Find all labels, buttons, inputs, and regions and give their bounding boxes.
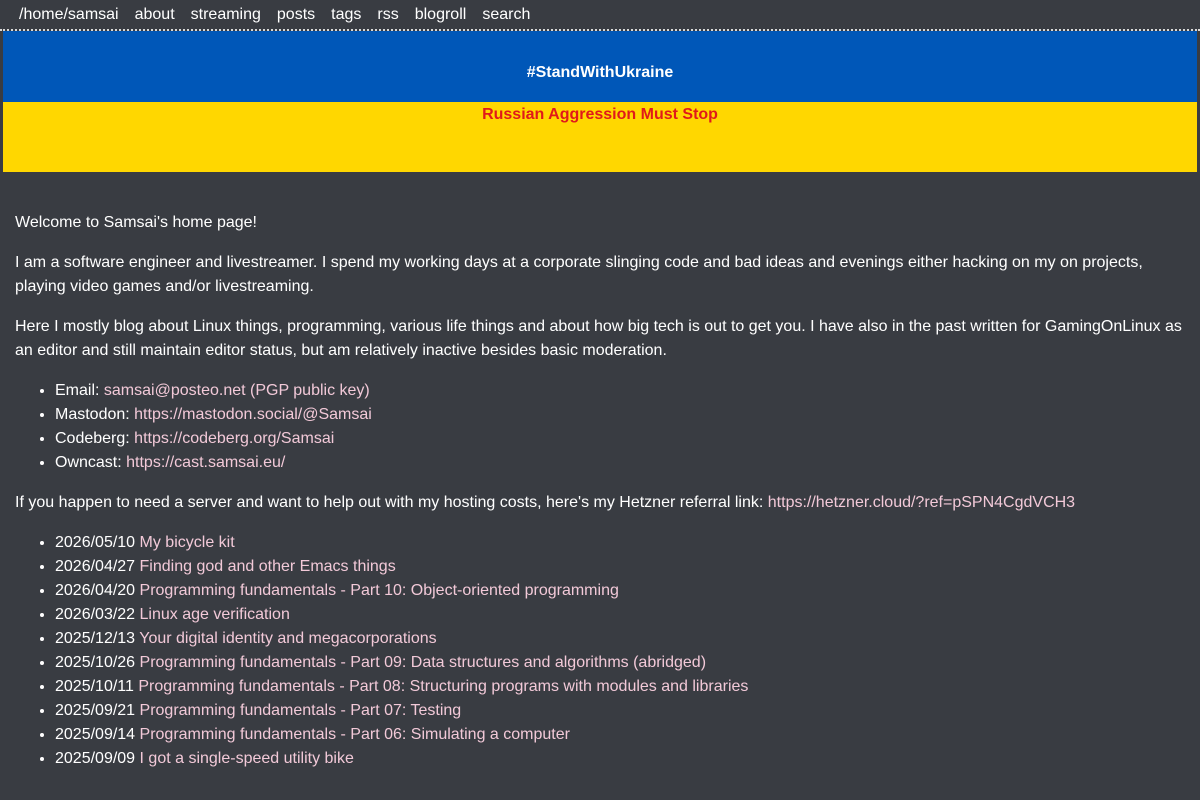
post-link[interactable]: Programming fundamentals - Part 07: Test… bbox=[140, 702, 462, 719]
post-date: 2026/04/27 bbox=[55, 558, 140, 575]
post-link[interactable]: My bicycle kit bbox=[140, 534, 235, 551]
post-item: 2025/12/13 Your digital identity and meg… bbox=[55, 627, 1185, 651]
ukraine-banner: #StandWithUkraine Russian Aggression Mus… bbox=[3, 31, 1197, 172]
banner-top-text: #StandWithUkraine bbox=[526, 64, 674, 81]
post-link[interactable]: Programming fundamentals - Part 06: Simu… bbox=[140, 726, 570, 743]
banner-blue-band: #StandWithUkraine bbox=[3, 31, 1197, 102]
welcome-text: Welcome to Samsai's home page! bbox=[15, 214, 257, 231]
nav-streaming[interactable]: streaming bbox=[191, 3, 261, 27]
top-navigation: /home/samsai about streaming posts tags … bbox=[0, 0, 1200, 31]
contact-list: Email: samsai@posteo.net (PGP public key… bbox=[15, 379, 1185, 475]
post-list: 2026/05/10 My bicycle kit 2026/04/27 Fin… bbox=[15, 531, 1185, 771]
nav-blogroll[interactable]: blogroll bbox=[415, 3, 467, 27]
nav-tags[interactable]: tags bbox=[331, 3, 361, 27]
post-date: 2025/10/26 bbox=[55, 654, 140, 671]
post-link[interactable]: Programming fundamentals - Part 08: Stru… bbox=[138, 678, 748, 695]
post-date: 2026/04/20 bbox=[55, 582, 140, 599]
post-link[interactable]: I got a single-speed utility bike bbox=[140, 750, 354, 767]
contact-label: Owncast: bbox=[55, 454, 127, 471]
nav-home[interactable]: /home/samsai bbox=[19, 3, 119, 27]
nav-search[interactable]: search bbox=[482, 3, 530, 27]
post-date: 2026/03/22 bbox=[55, 606, 140, 623]
contact-item-mastodon: Mastodon: https://mastodon.social/@Samsa… bbox=[55, 403, 1185, 427]
hosting-paragraph: If you happen to need a server and want … bbox=[15, 491, 1185, 515]
post-item: 2026/05/10 My bicycle kit bbox=[55, 531, 1185, 555]
post-date: 2025/12/13 bbox=[55, 630, 140, 647]
post-date: 2026/05/10 bbox=[55, 534, 140, 551]
post-link[interactable]: Finding god and other Emacs things bbox=[140, 558, 396, 575]
intro-paragraph-1: I am a software engineer and livestreame… bbox=[15, 254, 1143, 295]
contact-label: Mastodon: bbox=[55, 406, 135, 423]
contact-label: Codeberg: bbox=[55, 430, 135, 447]
post-item: 2025/09/09 I got a single-speed utility … bbox=[55, 747, 1185, 771]
post-date: 2025/09/09 bbox=[55, 750, 140, 767]
contact-item-codeberg: Codeberg: https://codeberg.org/Samsai bbox=[55, 427, 1185, 451]
contact-label: Email: bbox=[55, 382, 104, 399]
nav-about[interactable]: about bbox=[135, 3, 175, 27]
post-link[interactable]: Programming fundamentals - Part 09: Data… bbox=[140, 654, 706, 671]
post-item: 2025/09/21 Programming fundamentals - Pa… bbox=[55, 699, 1185, 723]
nav-posts[interactable]: posts bbox=[277, 3, 315, 27]
post-item: 2026/04/20 Programming fundamentals - Pa… bbox=[55, 579, 1185, 603]
owncast-link[interactable]: https://cast.samsai.eu/ bbox=[126, 454, 285, 471]
hetzner-referral-link[interactable]: https://hetzner.cloud/?ref=pSPN4CgdVCH3 bbox=[768, 494, 1075, 511]
post-item: 2026/03/22 Linux age verification bbox=[55, 603, 1185, 627]
post-item: 2025/10/11 Programming fundamentals - Pa… bbox=[55, 675, 1185, 699]
nav-rss[interactable]: rss bbox=[377, 3, 398, 27]
post-item: 2025/10/26 Programming fundamentals - Pa… bbox=[55, 651, 1185, 675]
banner-yellow-band: Russian Aggression Must Stop bbox=[3, 102, 1197, 172]
hosting-text: If you happen to need a server and want … bbox=[15, 494, 768, 511]
post-item: 2026/04/27 Finding god and other Emacs t… bbox=[55, 555, 1185, 579]
post-date: 2025/09/21 bbox=[55, 702, 140, 719]
mastodon-link[interactable]: https://mastodon.social/@Samsai bbox=[134, 406, 372, 423]
intro-paragraph-2: Here I mostly blog about Linux things, p… bbox=[15, 318, 1182, 359]
email-link[interactable]: samsai@posteo.net (PGP public key) bbox=[104, 382, 370, 399]
banner-bottom-text: Russian Aggression Must Stop bbox=[482, 106, 718, 123]
main-content: Welcome to Samsai's home page! I am a so… bbox=[0, 211, 1200, 771]
contact-item-email: Email: samsai@posteo.net (PGP public key… bbox=[55, 379, 1185, 403]
post-item: 2025/09/14 Programming fundamentals - Pa… bbox=[55, 723, 1185, 747]
post-date: 2025/10/11 bbox=[55, 678, 139, 695]
contact-item-owncast: Owncast: https://cast.samsai.eu/ bbox=[55, 451, 1185, 475]
post-link[interactable]: Programming fundamentals - Part 10: Obje… bbox=[140, 582, 619, 599]
codeberg-link[interactable]: https://codeberg.org/Samsai bbox=[134, 430, 334, 447]
post-link[interactable]: Your digital identity and megacorporatio… bbox=[139, 630, 436, 647]
post-date: 2025/09/14 bbox=[55, 726, 140, 743]
post-link[interactable]: Linux age verification bbox=[140, 606, 290, 623]
